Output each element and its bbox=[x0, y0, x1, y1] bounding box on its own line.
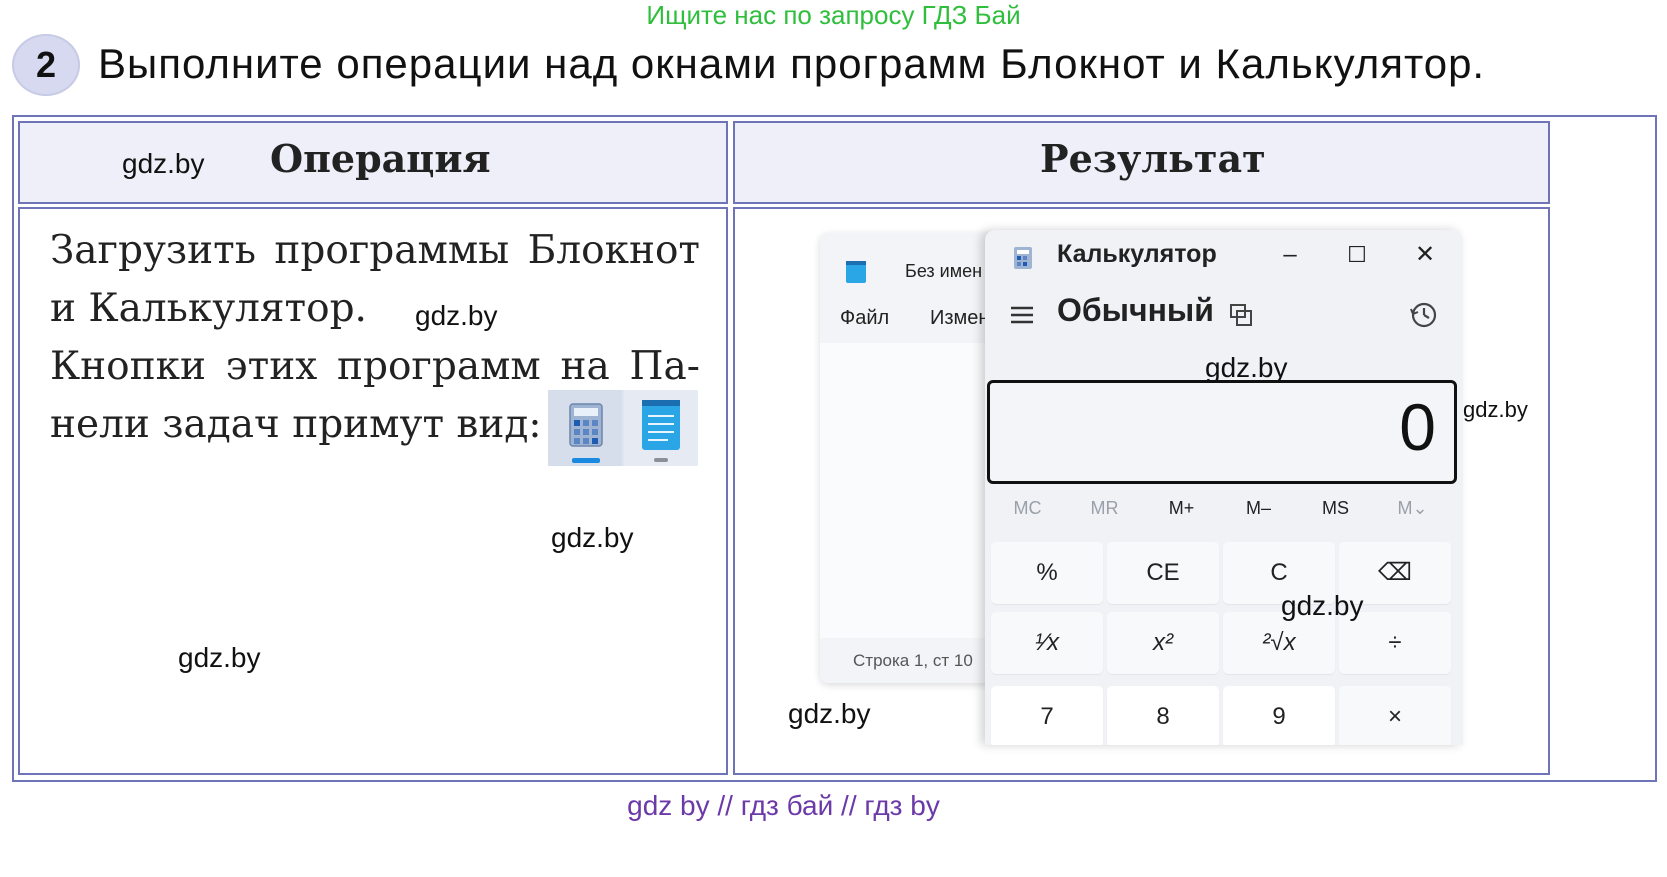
calculator-app-icon bbox=[1014, 247, 1032, 269]
reciprocal-key[interactable]: ¹⁄x bbox=[991, 612, 1103, 674]
header-operation: Операция bbox=[270, 136, 491, 181]
memory-add-button[interactable]: M+ bbox=[1143, 498, 1220, 519]
watermark: gdz.by bbox=[1463, 397, 1528, 422]
calculator-window[interactable]: Калькулятор – ☐ ✕ Обычный 0 MC MR M+ M– … bbox=[985, 230, 1463, 745]
operation-line-3: Кнопки этих программ на Па- bbox=[50, 344, 700, 389]
history-icon[interactable] bbox=[1409, 300, 1439, 330]
hamburger-menu-icon[interactable] bbox=[1009, 304, 1035, 326]
footer-watermark: gdz by // гдз бай // гдз by bbox=[627, 790, 940, 821]
digit-8-key[interactable]: 8 bbox=[1107, 686, 1219, 745]
digit-9-key[interactable]: 9 bbox=[1223, 686, 1335, 745]
watermark: gdz.by bbox=[1205, 352, 1288, 383]
calculator-icon bbox=[569, 403, 603, 463]
notepad-title: Без имен bbox=[905, 261, 983, 281]
minimize-button[interactable]: – bbox=[1270, 238, 1310, 272]
memory-clear-button[interactable]: MC bbox=[989, 498, 1066, 519]
calculator-mode-title: Обычный bbox=[1057, 292, 1214, 328]
notepad-text-area[interactable] bbox=[820, 343, 1000, 638]
task-number-badge: 2 bbox=[12, 34, 80, 96]
header-result: Результат bbox=[1040, 136, 1266, 181]
clear-entry-key[interactable]: CE bbox=[1107, 542, 1219, 604]
watermark: gdz.by bbox=[551, 522, 634, 553]
square-key[interactable]: x² bbox=[1107, 612, 1219, 674]
watermark: gdz.by bbox=[1281, 590, 1364, 621]
notepad-status-bar: Строка 1, ст 10 bbox=[853, 651, 973, 670]
memory-list-button[interactable]: M⌄ bbox=[1374, 498, 1451, 519]
menu-file[interactable]: Файл bbox=[840, 307, 889, 330]
watermark: gdz.by bbox=[788, 698, 871, 729]
keep-on-top-icon[interactable] bbox=[1228, 302, 1254, 328]
percent-key[interactable]: % bbox=[991, 542, 1103, 604]
taskbar-calculator-button[interactable] bbox=[548, 390, 622, 466]
multiply-key[interactable]: × bbox=[1339, 686, 1451, 745]
memory-recall-button[interactable]: MR bbox=[1066, 498, 1143, 519]
search-banner: Ищите нас по запросу ГДЗ Бай bbox=[646, 0, 1021, 30]
menu-edit[interactable]: Измен bbox=[930, 307, 989, 330]
memory-store-button[interactable]: MS bbox=[1297, 498, 1374, 519]
operation-line-2: и Калькулятор. bbox=[50, 286, 367, 331]
notepad-icon bbox=[642, 400, 680, 462]
calculator-title: Калькулятор bbox=[1057, 240, 1217, 268]
memory-subtract-button[interactable]: M– bbox=[1220, 498, 1297, 519]
display-value: 0 bbox=[1399, 390, 1436, 464]
task-title: Выполните операции над окнами программ Б… bbox=[98, 40, 1486, 87]
notepad-window[interactable]: Без имен Файл Измен Строка 1, ст 10 bbox=[820, 233, 1000, 683]
watermark: gdz.by bbox=[415, 300, 498, 331]
maximize-button[interactable]: ☐ bbox=[1337, 238, 1377, 272]
calculator-display: 0 bbox=[987, 380, 1457, 484]
operation-line-1: Загрузить программы Блокнот bbox=[50, 228, 700, 273]
close-button[interactable]: ✕ bbox=[1405, 238, 1445, 272]
taskbar-notepad-button[interactable] bbox=[624, 390, 698, 466]
watermark: gdz.by bbox=[178, 642, 261, 673]
digit-7-key[interactable]: 7 bbox=[991, 686, 1103, 745]
taskbar-icons bbox=[548, 390, 698, 466]
watermark: gdz.by bbox=[122, 148, 205, 179]
notepad-app-icon bbox=[846, 261, 866, 283]
